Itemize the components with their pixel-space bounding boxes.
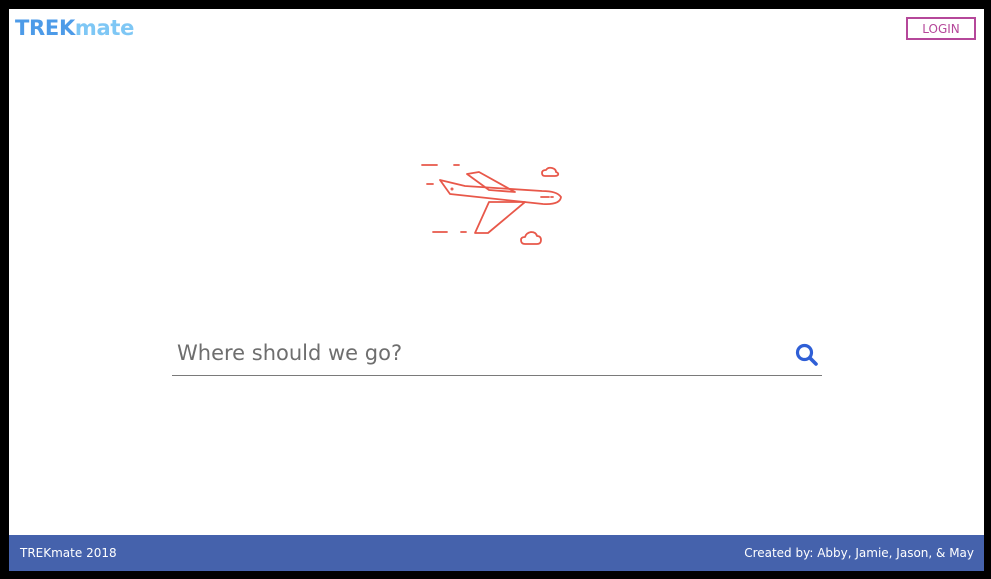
footer-copyright: TREKmate 2018 <box>20 546 117 560</box>
logo[interactable]: TREKmate <box>15 16 134 40</box>
search-icon[interactable] <box>794 342 820 368</box>
login-button[interactable]: LOGIN <box>906 17 976 40</box>
search-input[interactable] <box>177 336 767 370</box>
logo-text-trek: TREK <box>15 16 75 40</box>
footer: TREKmate 2018 Created by: Abby, Jamie, J… <box>9 535 984 571</box>
page-frame: TREKmate LOGIN Where should we go? TREKm… <box>9 9 984 571</box>
search-bar <box>172 334 822 376</box>
footer-credits: Created by: Abby, Jamie, Jason, & May <box>744 546 974 560</box>
airplane-icon <box>417 157 577 261</box>
logo-text-mate: mate <box>74 16 135 40</box>
